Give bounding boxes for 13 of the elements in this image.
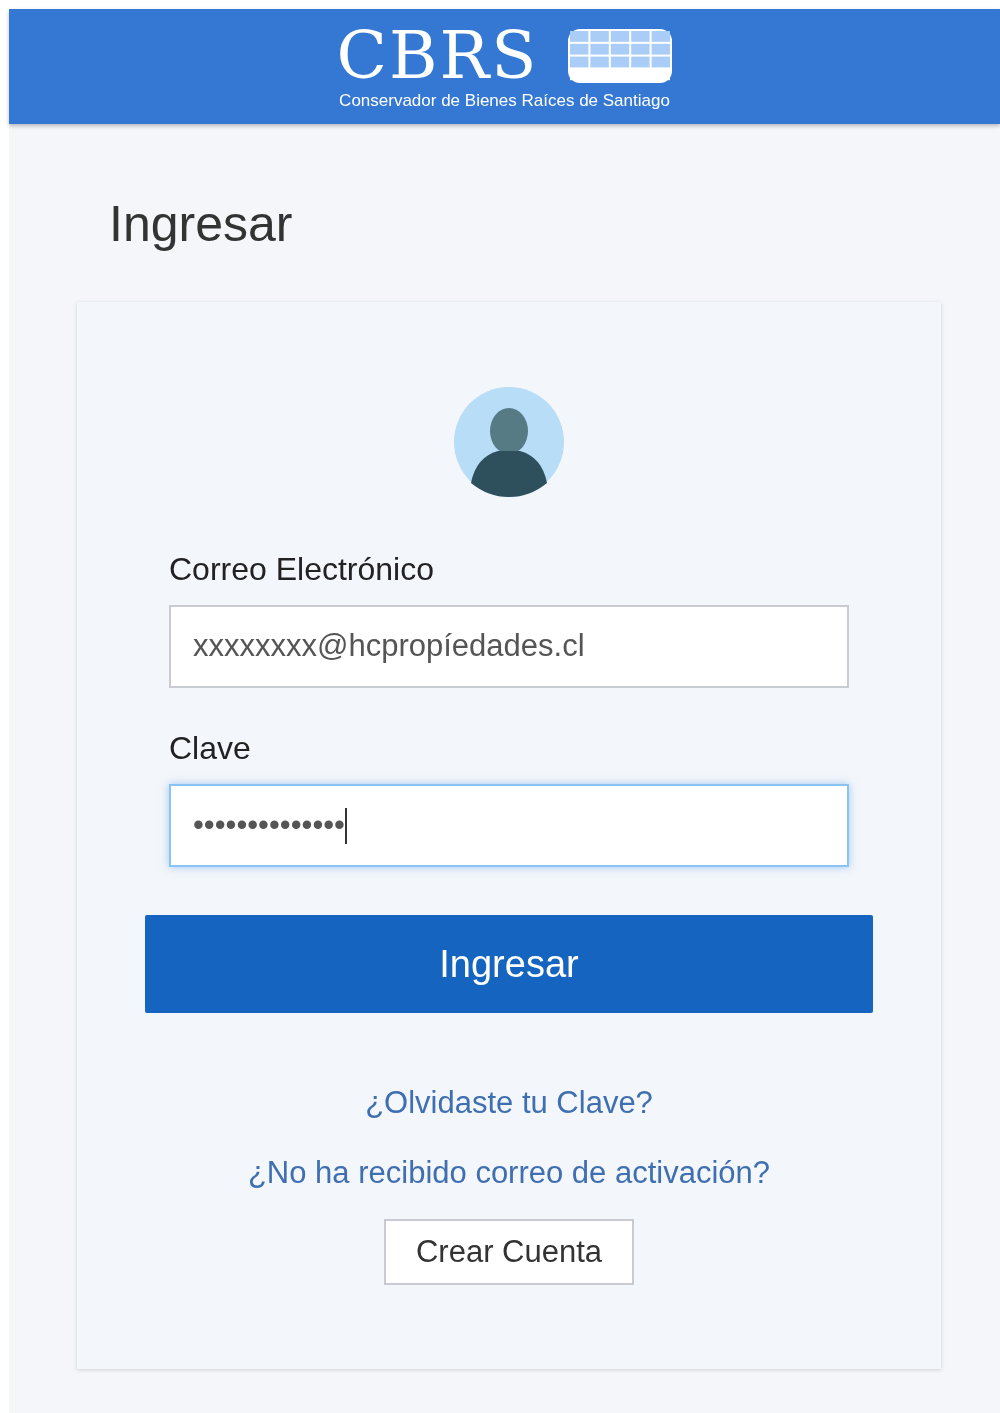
grid-logo-icon	[568, 28, 673, 83]
field-label: Correo Electrónico	[169, 550, 435, 589]
field-label: Clave	[169, 729, 252, 768]
link[interactable]: ¿Olvidaste tu Clave?	[365, 1085, 653, 1121]
logo-subtitle: Conservador de Bienes Raíces de Santiago	[339, 90, 670, 111]
user-avatar-icon	[454, 387, 564, 497]
input-field[interactable]: xxxxxxxx@hcpropíedades.cl	[169, 605, 849, 688]
page-title: Ingresar	[109, 195, 294, 254]
login-button[interactable]: Ingresar	[145, 915, 873, 1013]
link[interactable]: ¿No ha recibido correo de activación?	[247, 1155, 771, 1191]
logo-title: CBRS	[336, 22, 539, 89]
input-field[interactable]: ••••••••••••••	[169, 784, 849, 867]
create-account-button[interactable]: Crear Cuenta	[384, 1219, 634, 1285]
